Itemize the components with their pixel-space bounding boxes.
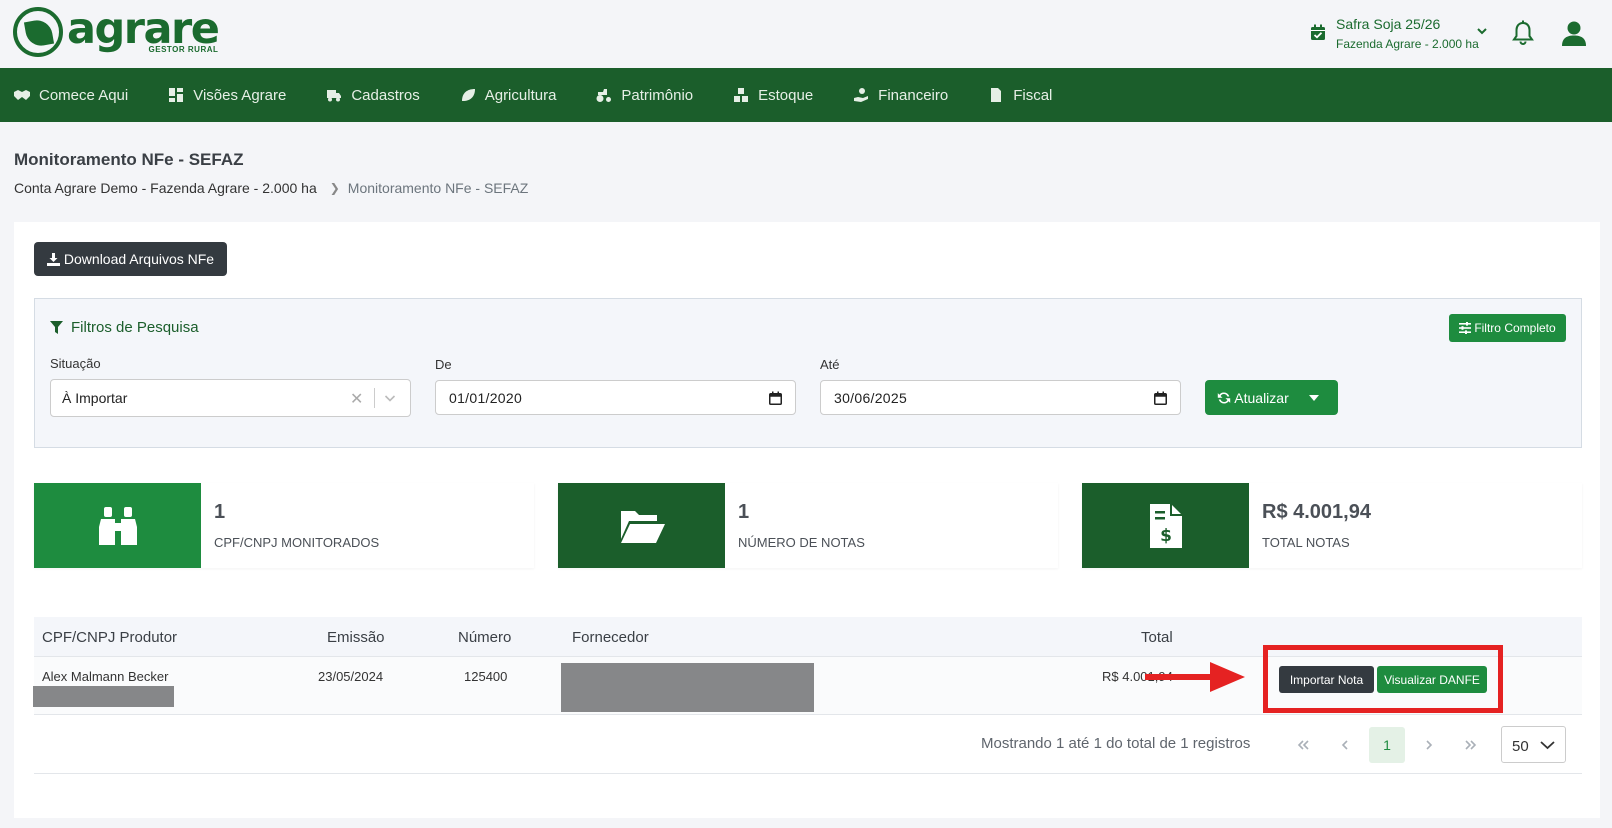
- page-number-button[interactable]: 1: [1369, 727, 1405, 763]
- highlight-annotation-box: [1263, 645, 1503, 713]
- agrare-logo[interactable]: agrare GESTOR RURAL: [13, 7, 220, 59]
- nav-financeiro[interactable]: Financeiro: [853, 87, 948, 104]
- column-header-produtor[interactable]: CPF/CNPJ Produtor: [42, 629, 177, 646]
- handshake-icon: [14, 90, 30, 100]
- per-page-select[interactable]: 50: [1501, 726, 1566, 763]
- select-divider: [374, 388, 375, 408]
- stat-icon-box: [558, 483, 725, 568]
- truck-icon: [327, 90, 342, 102]
- stat-icon-box: $: [1082, 483, 1249, 568]
- tractor-icon: [596, 89, 612, 102]
- binoculars-icon: [98, 506, 137, 545]
- cell-emissao: 23/05/2024: [318, 669, 384, 684]
- stat-card-total: $ R$ 4.001,94 TOTAL NOTAS: [1082, 483, 1582, 568]
- hand-coin-icon: [854, 88, 869, 102]
- column-header-emissao[interactable]: Emissão: [327, 629, 385, 646]
- filter-title: Filtros de Pesquisa: [50, 319, 199, 336]
- pagination-info: Mostrando 1 até 1 do total de 1 registro…: [981, 735, 1251, 752]
- user-avatar-icon[interactable]: [1561, 20, 1587, 46]
- download-nfe-button[interactable]: Download Arquivos NFe: [34, 242, 227, 276]
- notification-bell-icon[interactable]: [1511, 20, 1535, 46]
- stat-value: R$ 4.001,94: [1262, 501, 1371, 523]
- calendar-check-icon: [1311, 24, 1325, 40]
- nav-estoque[interactable]: Estoque: [733, 87, 813, 104]
- boxes-icon: [734, 88, 749, 102]
- de-label: De: [435, 357, 452, 372]
- top-header: agrare GESTOR RURAL Safra Soja 25/26 Faz…: [0, 0, 1612, 68]
- nav-cadastros[interactable]: Cadastros: [326, 87, 420, 104]
- annotation-arrow-icon: [1145, 662, 1245, 692]
- page-title: Monitoramento NFe - SEFAZ: [14, 150, 244, 169]
- redacted-fornecedor: [561, 663, 814, 712]
- ate-label: Até: [820, 357, 840, 372]
- stat-card-cpf-cnpj: 1 CPF/CNPJ MONITORADOS: [34, 483, 534, 568]
- chevron-down-icon: [1540, 741, 1555, 750]
- chevron-down-icon[interactable]: [384, 392, 396, 404]
- folder-open-icon: [620, 510, 665, 543]
- situacao-label: Situação: [50, 356, 101, 371]
- column-header-fornecedor[interactable]: Fornecedor: [572, 629, 649, 646]
- situacao-value: À Importar: [62, 390, 128, 406]
- nav-patrimonio[interactable]: Patrimônio: [596, 87, 693, 104]
- date-from-input[interactable]: 01/01/2020: [435, 380, 796, 415]
- chevron-left-icon: [1341, 740, 1348, 750]
- safra-title: Safra Soja 25/26: [1336, 16, 1441, 32]
- clear-icon[interactable]: ✕: [350, 389, 363, 409]
- breadcrumb-chevron-icon: ❯: [329, 181, 340, 195]
- nav-visoes-agrare[interactable]: Visões Agrare: [168, 87, 286, 104]
- column-header-total[interactable]: Total: [1141, 629, 1173, 646]
- svg-text:$: $: [1160, 526, 1172, 546]
- redacted-cpf-cnpj: [33, 686, 174, 707]
- full-filter-button[interactable]: Filtro Completo: [1449, 314, 1566, 342]
- double-chevron-left-icon: [1297, 740, 1309, 750]
- stat-label: CPF/CNPJ MONITORADOS: [214, 535, 380, 550]
- update-button-group: Atualizar: [1205, 380, 1338, 415]
- dashboard-icon: [169, 88, 184, 102]
- filter-funnel-icon: [50, 321, 63, 334]
- situacao-select[interactable]: À Importar ✕: [50, 379, 411, 417]
- invoice-dollar-icon: $: [1149, 503, 1182, 548]
- next-page-button[interactable]: [1411, 727, 1447, 763]
- chevron-right-icon: [1426, 740, 1433, 750]
- column-header-numero[interactable]: Número: [458, 629, 511, 646]
- chevron-down-icon: [1477, 28, 1487, 35]
- leaf-icon: [461, 89, 475, 101]
- stat-label: TOTAL NOTAS: [1262, 535, 1350, 550]
- stat-icon-box: [34, 483, 201, 568]
- stat-label: NÚMERO DE NOTAS: [738, 535, 865, 550]
- last-page-button[interactable]: [1453, 727, 1489, 763]
- breadcrumb: Conta Agrare Demo - Fazenda Agrare - 2.0…: [14, 180, 528, 196]
- stat-value: 1: [738, 501, 750, 523]
- download-icon: [46, 252, 60, 266]
- main-navigation: Comece Aqui Visões Agrare Cadastros Agri…: [0, 68, 1612, 122]
- cell-produtor: Alex Malmann Becker: [42, 669, 169, 684]
- date-to-input[interactable]: 30/06/2025: [820, 380, 1181, 415]
- update-button[interactable]: Atualizar: [1205, 380, 1301, 415]
- nav-comece-aqui[interactable]: Comece Aqui: [14, 87, 128, 104]
- invoice-icon: [991, 88, 1002, 102]
- breadcrumb-item-account[interactable]: Conta Agrare Demo - Fazenda Agrare - 2.0…: [14, 180, 317, 196]
- cell-numero: 125400: [464, 669, 508, 684]
- breadcrumb-item-current: Monitoramento NFe - SEFAZ: [347, 180, 529, 196]
- refresh-icon: [1218, 391, 1231, 404]
- logo-leaf-icon: [13, 7, 63, 57]
- table-footer-divider: [34, 773, 1582, 774]
- safra-farm: Fazenda Agrare - 2.000 ha: [1336, 37, 1479, 51]
- update-dropdown-caret-icon[interactable]: [1309, 395, 1319, 401]
- nav-agricultura[interactable]: Agricultura: [460, 87, 556, 104]
- logo-tagline: GESTOR RURAL: [148, 45, 219, 54]
- calendar-icon[interactable]: [1154, 391, 1167, 405]
- sliders-icon: [1459, 322, 1472, 334]
- stat-card-notas: 1 NÚMERO DE NOTAS: [558, 483, 1058, 568]
- filter-panel: [34, 298, 1582, 448]
- first-page-button[interactable]: [1285, 727, 1321, 763]
- nav-fiscal[interactable]: Fiscal: [988, 87, 1052, 104]
- previous-page-button[interactable]: [1327, 727, 1363, 763]
- calendar-icon[interactable]: [769, 391, 782, 405]
- stat-value: 1: [214, 501, 226, 523]
- double-chevron-right-icon: [1465, 740, 1477, 750]
